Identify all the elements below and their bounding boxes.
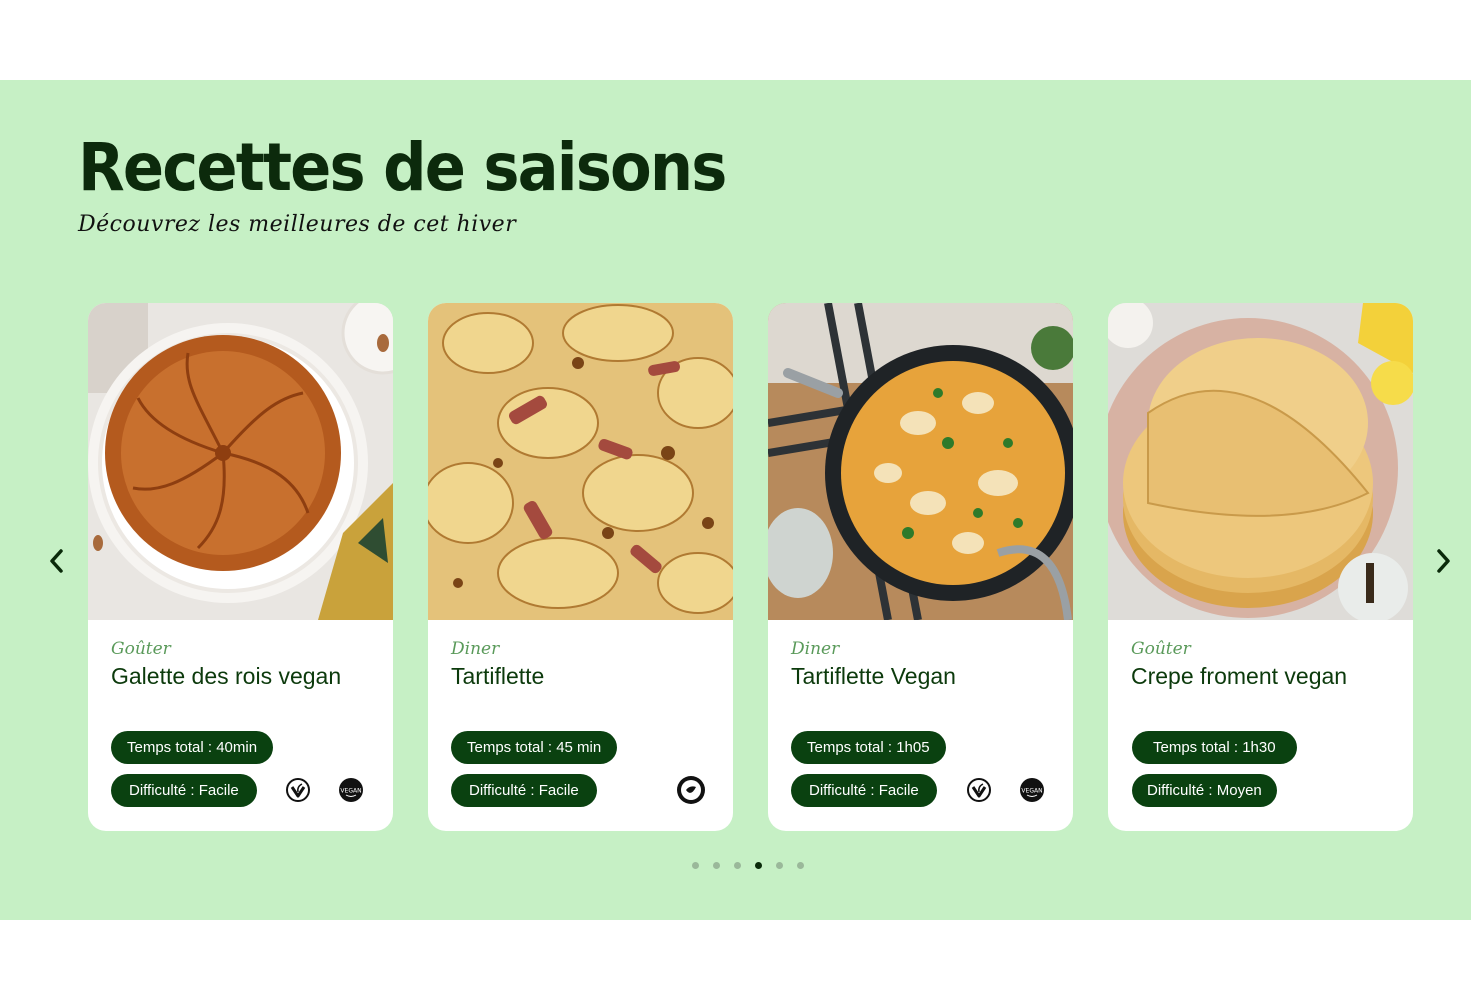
- recipe-title[interactable]: Galette des rois vegan: [111, 663, 341, 690]
- recipe-category: Goûter: [111, 639, 171, 659]
- recipe-category: Goûter: [1131, 639, 1191, 659]
- recipe-category: Diner: [451, 639, 500, 659]
- svg-text:VEGAN: VEGAN: [340, 788, 361, 795]
- section-title: Recettes de saisons: [78, 129, 727, 206]
- total-time-badge: Temps total : 45 min: [451, 731, 618, 764]
- pagination-dot-active[interactable]: [755, 862, 762, 869]
- recipe-title[interactable]: Tartiflette Vegan: [791, 663, 956, 690]
- pagination-dot[interactable]: [776, 862, 783, 869]
- recipe-card-crepe-froment[interactable]: Goûter Crepe froment vegan Temps total :…: [1108, 303, 1413, 831]
- recipe-card-tartiflette[interactable]: Diner Tartiflette Temps total : 45 min D…: [428, 303, 733, 831]
- pagination-dot[interactable]: [734, 862, 741, 869]
- total-time-badge: Temps total : 40min: [111, 731, 274, 764]
- carousel-next-button[interactable]: [1428, 546, 1458, 576]
- difficulty-badge: Difficulté : Facile: [111, 774, 257, 807]
- difficulty-badge: Difficulté : Facile: [451, 774, 597, 807]
- vegetarian-icon: [285, 777, 311, 803]
- recipe-title[interactable]: Tartiflette: [451, 663, 544, 690]
- vegetarian-icon: [966, 777, 992, 803]
- section-subtitle: Découvrez les meilleures de cet hiver: [78, 212, 517, 237]
- recipe-title[interactable]: Crepe froment vegan: [1131, 663, 1347, 690]
- pagination-dot[interactable]: [692, 862, 699, 869]
- chevron-left-icon: [50, 549, 63, 573]
- tartiflette-vegan-photo: [768, 303, 1073, 620]
- crepes-photo: [1108, 303, 1413, 620]
- recipe-card-galette-des-rois[interactable]: Goûter Galette des rois vegan Temps tota…: [88, 303, 393, 831]
- tartiflette-photo: [428, 303, 733, 620]
- vegetarian-label-icon: [676, 775, 706, 805]
- recipe-category: Diner: [791, 639, 840, 659]
- galette-des-rois-photo: [88, 303, 393, 620]
- recipe-card-tartiflette-vegan[interactable]: Diner Tartiflette Vegan Temps total : 1h…: [768, 303, 1073, 831]
- svg-text:VEGAN: VEGAN: [1021, 788, 1042, 795]
- difficulty-badge: Difficulté : Moyen: [1132, 774, 1277, 807]
- pagination-dot[interactable]: [797, 862, 804, 869]
- difficulty-badge: Difficulté : Facile: [791, 774, 937, 807]
- carousel-prev-button[interactable]: [42, 546, 72, 576]
- total-time-badge: Temps total : 1h05: [791, 731, 946, 764]
- vegan-icon: VEGAN: [1019, 777, 1045, 803]
- pagination-dot[interactable]: [713, 862, 720, 869]
- chevron-right-icon: [1437, 549, 1450, 573]
- carousel-pagination: [692, 854, 818, 869]
- total-time-badge: Temps total : 1h30: [1132, 731, 1297, 764]
- vegan-icon: VEGAN: [338, 777, 364, 803]
